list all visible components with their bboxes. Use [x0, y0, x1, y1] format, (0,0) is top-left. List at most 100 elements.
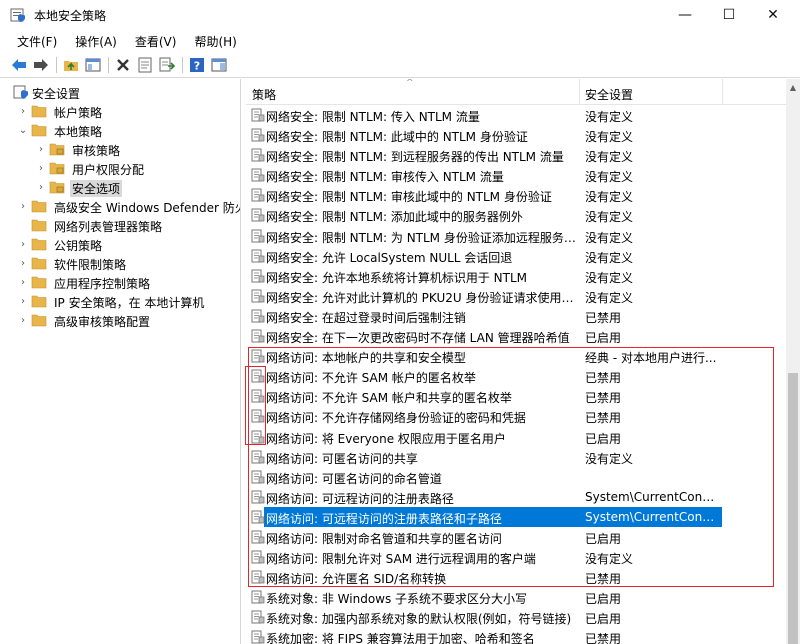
- policy-name: 网络安全: 允许本地系统将计算机标识用于 NTLM: [266, 270, 528, 285]
- menu-help[interactable]: 帮助(H): [185, 30, 245, 52]
- policy-icon: [251, 610, 265, 624]
- policy-row[interactable]: 系统对象: 加强内部系统对象的默认权限(例如，符号链接) 已启用: [246, 607, 786, 627]
- security-policy-icon: [10, 8, 25, 22]
- policy-row[interactable]: 网络安全: 限制 NTLM: 为 NTLM 身份验证添加远程服务器... 没有定义: [246, 226, 786, 246]
- tree-label: IP 安全策略，在 本地计算机: [54, 296, 205, 310]
- scroll-up-icon[interactable]: ▲: [786, 79, 800, 96]
- policy-name: 网络安全: 限制 NTLM: 审核此域中的 NTLM 身份验证: [266, 190, 552, 205]
- policy-icon: [251, 229, 265, 243]
- help-icon: ?: [190, 58, 204, 73]
- console-tree: 安全设置 › 帐户策略 ⌄ 本地策略 › 审核策略 › 用户权限分配 › 安全选项 › 高级安全 Wi…: [0, 79, 241, 644]
- policy-icon: [251, 128, 265, 142]
- policy-icon: [251, 630, 265, 644]
- title-bar[interactable]: 本地安全策略 — ☐ ✕: [0, 0, 800, 30]
- close-button[interactable]: ✕: [750, 0, 796, 30]
- policy-row[interactable]: 系统对象: 非 Windows 子系统不要求区分大小写 已启用: [246, 587, 786, 607]
- scroll-thumb[interactable]: [788, 373, 798, 644]
- close-icon: ✕: [767, 7, 779, 23]
- policy-row[interactable]: 网络安全: 允许本地系统将计算机标识用于 NTLM 没有定义: [246, 266, 786, 286]
- chevron-right-icon[interactable]: ›: [18, 256, 28, 270]
- policy-icon: [251, 148, 265, 162]
- tree-item[interactable]: › 软件限制策略: [18, 254, 240, 273]
- minimize-button[interactable]: —: [662, 0, 708, 30]
- security-setting: 没有定义: [585, 170, 634, 185]
- policy-name: 系统加密: 将 FIPS 兼容算法用于加密、哈希和签名: [266, 632, 535, 644]
- folder-icon: [31, 219, 47, 232]
- chevron-right-icon[interactable]: ›: [18, 294, 28, 308]
- minimize-icon: —: [678, 7, 692, 23]
- maximize-icon: ☐: [722, 7, 736, 23]
- chevron-right-icon[interactable]: ›: [18, 313, 28, 327]
- tree-item[interactable]: ⌄ 本地策略: [18, 121, 240, 140]
- menu-file[interactable]: 文件(F): [8, 30, 66, 52]
- security-setting: 没有定义: [585, 230, 634, 245]
- policy-row[interactable]: 网络安全: 限制 NTLM: 添加此域中的服务器例外 没有定义: [246, 205, 786, 225]
- policy-row[interactable]: 网络安全: 限制 NTLM: 审核此域中的 NTLM 身份验证 没有定义: [246, 185, 786, 205]
- up-one-level-button[interactable]: [62, 56, 80, 74]
- security-setting: 已禁用: [585, 632, 622, 644]
- menu-bar: 文件(F) 操作(A) 查看(V) 帮助(H): [0, 30, 800, 52]
- tree-label: 高级安全 Windows Defender 防火墙: [54, 201, 241, 215]
- policy-row[interactable]: 网络安全: 限制 NTLM: 传入 NTLM 流量 没有定义: [246, 105, 786, 125]
- properties-button[interactable]: [136, 56, 154, 74]
- policy-name: 网络安全: 限制 NTLM: 为 NTLM 身份验证添加远程服务器...: [266, 230, 581, 245]
- security-setting: 已启用: [585, 612, 622, 627]
- folder-icon: [31, 105, 47, 118]
- tree-label: 高级审核策略配置: [54, 315, 151, 329]
- tree-item[interactable]: › 公钥策略: [18, 235, 240, 254]
- delete-icon: [117, 59, 129, 71]
- policy-row[interactable]: 系统加密: 将 FIPS 兼容算法用于加密、哈希和签名 已禁用: [246, 627, 786, 644]
- back-button[interactable]: [10, 56, 28, 74]
- policy-icon: [251, 188, 265, 202]
- tree-root-security-settings[interactable]: 安全设置: [8, 83, 238, 102]
- folder-icon: [31, 124, 47, 137]
- svg-text:?: ?: [194, 60, 200, 73]
- help-button[interactable]: ?: [188, 56, 206, 74]
- tree-item[interactable]: › 应用程序控制策略: [18, 273, 240, 292]
- policy-row[interactable]: 网络安全: 在超过登录时间后强制注销 已禁用: [246, 306, 786, 326]
- tree-item[interactable]: › IP 安全策略，在 本地计算机: [18, 292, 240, 311]
- tree-item[interactable]: › 审核策略: [36, 140, 240, 159]
- chevron-right-icon[interactable]: ›: [36, 180, 46, 194]
- tree-item[interactable]: 网络列表管理器策略: [18, 216, 240, 235]
- policy-row[interactable]: 网络安全: 在下一次更改密码时不存储 LAN 管理器哈希值 已启用: [246, 326, 786, 346]
- policy-icon: [251, 249, 265, 263]
- menu-view[interactable]: 查看(V): [126, 30, 186, 52]
- policy-row[interactable]: 网络安全: 限制 NTLM: 审核传入 NTLM 流量 没有定义: [246, 165, 786, 185]
- column-header-setting[interactable]: 安全设置: [585, 86, 633, 103]
- delete-button[interactable]: [114, 56, 132, 74]
- security-setting: 没有定义: [585, 250, 634, 265]
- column-header-policy[interactable]: 策略: [252, 86, 276, 103]
- chevron-right-icon[interactable]: ›: [36, 161, 46, 175]
- export-list-button[interactable]: [158, 56, 176, 74]
- tree-item[interactable]: › 高级审核策略配置: [18, 311, 240, 330]
- chevron-right-icon[interactable]: ›: [18, 275, 28, 289]
- chevron-right-icon[interactable]: ›: [18, 237, 28, 251]
- menu-action[interactable]: 操作(A): [66, 30, 126, 52]
- chevron-right-icon[interactable]: ›: [18, 199, 28, 213]
- policy-row[interactable]: 网络安全: 允许 LocalSystem NULL 会话回退 没有定义: [246, 246, 786, 266]
- chevron-right-icon[interactable]: ›: [18, 104, 28, 118]
- policy-icon: [251, 309, 265, 323]
- show-hide-tree-button[interactable]: [84, 56, 102, 74]
- tree-item[interactable]: › 高级安全 Windows Defender 防火墙: [18, 197, 241, 216]
- tree-item[interactable]: › 帐户策略: [18, 102, 240, 121]
- vertical-scrollbar[interactable]: ▲: [786, 79, 800, 644]
- tree-label: 用户权限分配: [72, 163, 145, 177]
- action-pane-button[interactable]: [210, 56, 228, 74]
- forward-button[interactable]: [32, 56, 50, 74]
- policy-row[interactable]: 网络安全: 限制 NTLM: 到远程服务器的传出 NTLM 流量 没有定义: [246, 145, 786, 165]
- maximize-button[interactable]: ☐: [706, 0, 752, 30]
- window-title: 本地安全策略: [34, 9, 107, 23]
- tree-item[interactable]: › 用户权限分配: [36, 159, 240, 178]
- chevron-right-icon[interactable]: ›: [36, 142, 46, 156]
- no-expander: [18, 218, 28, 232]
- policy-row[interactable]: 网络安全: 允许对此计算机的 PKU2U 身份验证请求使用联... 没有定义: [246, 286, 786, 306]
- folder-icon: [31, 314, 47, 327]
- list-header: 策略 ^ 安全设置: [246, 79, 786, 105]
- policy-icon: [251, 289, 265, 303]
- policy-row[interactable]: 网络安全: 限制 NTLM: 此域中的 NTLM 身份验证 没有定义: [246, 125, 786, 145]
- tree-item[interactable]: › 安全选项: [36, 178, 240, 197]
- annotation-box-icons: [245, 366, 266, 445]
- chevron-down-icon[interactable]: ⌄: [18, 123, 28, 137]
